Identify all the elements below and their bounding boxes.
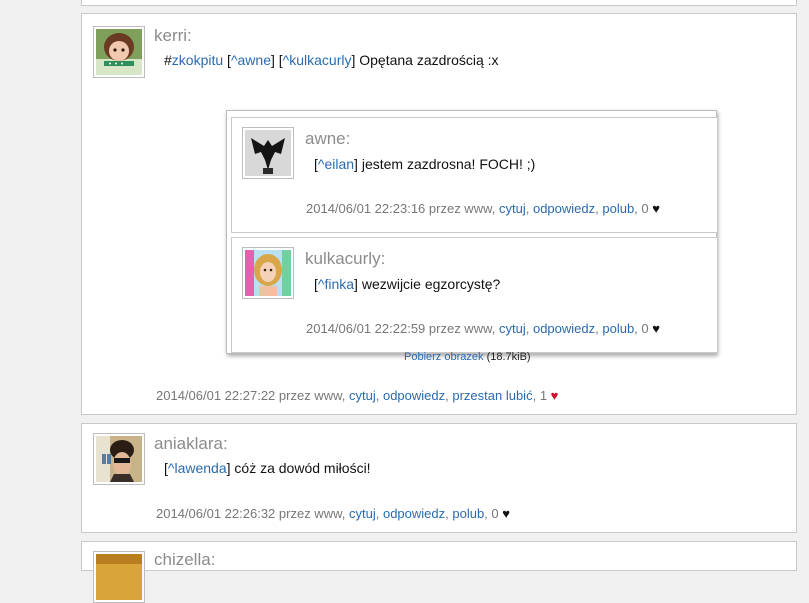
heart-icon: ♥ bbox=[550, 388, 559, 403]
timestamp: 2014/06/01 22:27:22 bbox=[156, 388, 276, 403]
post-meta: 2014/06/01 22:22:59 przez www, cytuj, od… bbox=[306, 321, 660, 336]
mention-link[interactable]: ^awne bbox=[231, 52, 271, 68]
post-card: aniaklara: [^lawenda] cóż za dowód miłoś… bbox=[81, 423, 797, 533]
bat-avatar-icon bbox=[245, 130, 291, 176]
download-info: Pobierz obrazek (18.7kiB) bbox=[404, 351, 531, 363]
post-meta: 2014/06/01 22:23:16 przez www, cytuj, od… bbox=[306, 201, 660, 216]
quote-button[interactable]: cytuj bbox=[349, 506, 376, 521]
like-count: 0 bbox=[641, 201, 649, 216]
quote-button[interactable]: cytuj bbox=[349, 388, 376, 403]
mention-link[interactable]: ^eilan bbox=[318, 156, 354, 172]
source: przez www, bbox=[428, 201, 496, 216]
username[interactable]: kulkacurly: bbox=[305, 249, 385, 269]
avatar[interactable] bbox=[242, 127, 294, 179]
download-image-link[interactable]: Pobierz obrazek bbox=[404, 351, 484, 363]
like-button[interactable]: polub bbox=[602, 201, 634, 216]
post-message: #zkokpitu [^awne] [^kulkacurly] Opętana … bbox=[164, 52, 499, 68]
avatar[interactable] bbox=[93, 433, 145, 485]
post-card: chizella: bbox=[81, 541, 797, 603]
source: przez www, bbox=[428, 321, 496, 336]
quote-button[interactable]: cytuj bbox=[499, 201, 526, 216]
reply-button[interactable]: odpowiedz bbox=[533, 201, 595, 216]
timestamp: 2014/06/01 22:22:59 bbox=[306, 321, 426, 336]
avatar[interactable] bbox=[93, 551, 145, 603]
message-text: cóż za dowód miłości! bbox=[234, 460, 371, 476]
post-message: [^eilan] jestem zazdrosna! FOCH! ;) bbox=[314, 156, 536, 172]
quoted-post: kulkacurly: [^finka] wezwijcie egzorcyst… bbox=[231, 237, 717, 353]
quoted-image[interactable]: awne: [^eilan] jestem zazdrosna! FOCH! ;… bbox=[226, 110, 717, 354]
like-button[interactable]: polub bbox=[452, 506, 484, 521]
heart-icon: ♥ bbox=[652, 321, 660, 336]
username[interactable]: chizella: bbox=[154, 550, 215, 570]
mention-link[interactable]: ^kulkacurly bbox=[283, 52, 352, 68]
quoted-post: awne: [^eilan] jestem zazdrosna! FOCH! ;… bbox=[231, 117, 717, 233]
avatar[interactable] bbox=[93, 26, 145, 78]
message-text: Opętana zazdrością :x bbox=[359, 52, 499, 68]
hashtag-link[interactable]: zkokpitu bbox=[172, 52, 223, 68]
reply-button[interactable]: odpowiedz bbox=[383, 506, 445, 521]
file-size: (18.7kiB) bbox=[486, 351, 531, 363]
heart-icon: ♥ bbox=[652, 201, 660, 216]
avatar[interactable] bbox=[242, 247, 294, 299]
post-message: [^finka] wezwijcie egzorcystę? bbox=[314, 276, 501, 292]
golden-avatar-icon bbox=[96, 554, 142, 600]
timestamp: 2014/06/01 22:26:32 bbox=[156, 506, 276, 521]
source: przez www, bbox=[278, 506, 346, 521]
unlike-button[interactable]: przestan lubić bbox=[452, 388, 532, 403]
post-meta: 2014/06/01 22:26:32 przez www, cytuj, od… bbox=[156, 506, 510, 521]
message-text: jestem zazdrosna! FOCH! ;) bbox=[361, 156, 536, 172]
like-count: 0 bbox=[641, 321, 649, 336]
quote-button[interactable]: cytuj bbox=[499, 321, 526, 336]
like-count: 0 bbox=[491, 506, 499, 521]
mention-link[interactable]: ^finka bbox=[318, 276, 354, 292]
post-meta: 2014/06/01 22:27:22 przez www, cytuj, od… bbox=[156, 388, 559, 403]
masked-person-avatar-icon bbox=[96, 436, 142, 482]
curly-girl-avatar-icon bbox=[245, 250, 291, 296]
username[interactable]: aniaklara: bbox=[154, 434, 228, 454]
source: przez www, bbox=[278, 388, 346, 403]
username[interactable]: kerri: bbox=[154, 26, 192, 46]
like-button[interactable]: polub bbox=[602, 321, 634, 336]
post-message: [^lawenda] cóż za dowód miłości! bbox=[164, 460, 371, 476]
heart-icon: ♥ bbox=[502, 506, 510, 521]
reply-button[interactable]: odpowiedz bbox=[533, 321, 595, 336]
post-card: kerri: #zkokpitu [^awne] [^kulkacurly] O… bbox=[81, 13, 797, 415]
hashtag-symbol: # bbox=[164, 52, 172, 68]
message-text: wezwijcie egzorcystę? bbox=[361, 276, 501, 292]
username[interactable]: awne: bbox=[305, 129, 350, 149]
doll-avatar-icon bbox=[96, 29, 142, 75]
previous-post-card bbox=[81, 0, 797, 6]
mention-link[interactable]: ^lawenda bbox=[168, 460, 227, 476]
reply-button[interactable]: odpowiedz bbox=[383, 388, 445, 403]
timestamp: 2014/06/01 22:23:16 bbox=[306, 201, 426, 216]
like-count: 1 bbox=[539, 388, 548, 403]
